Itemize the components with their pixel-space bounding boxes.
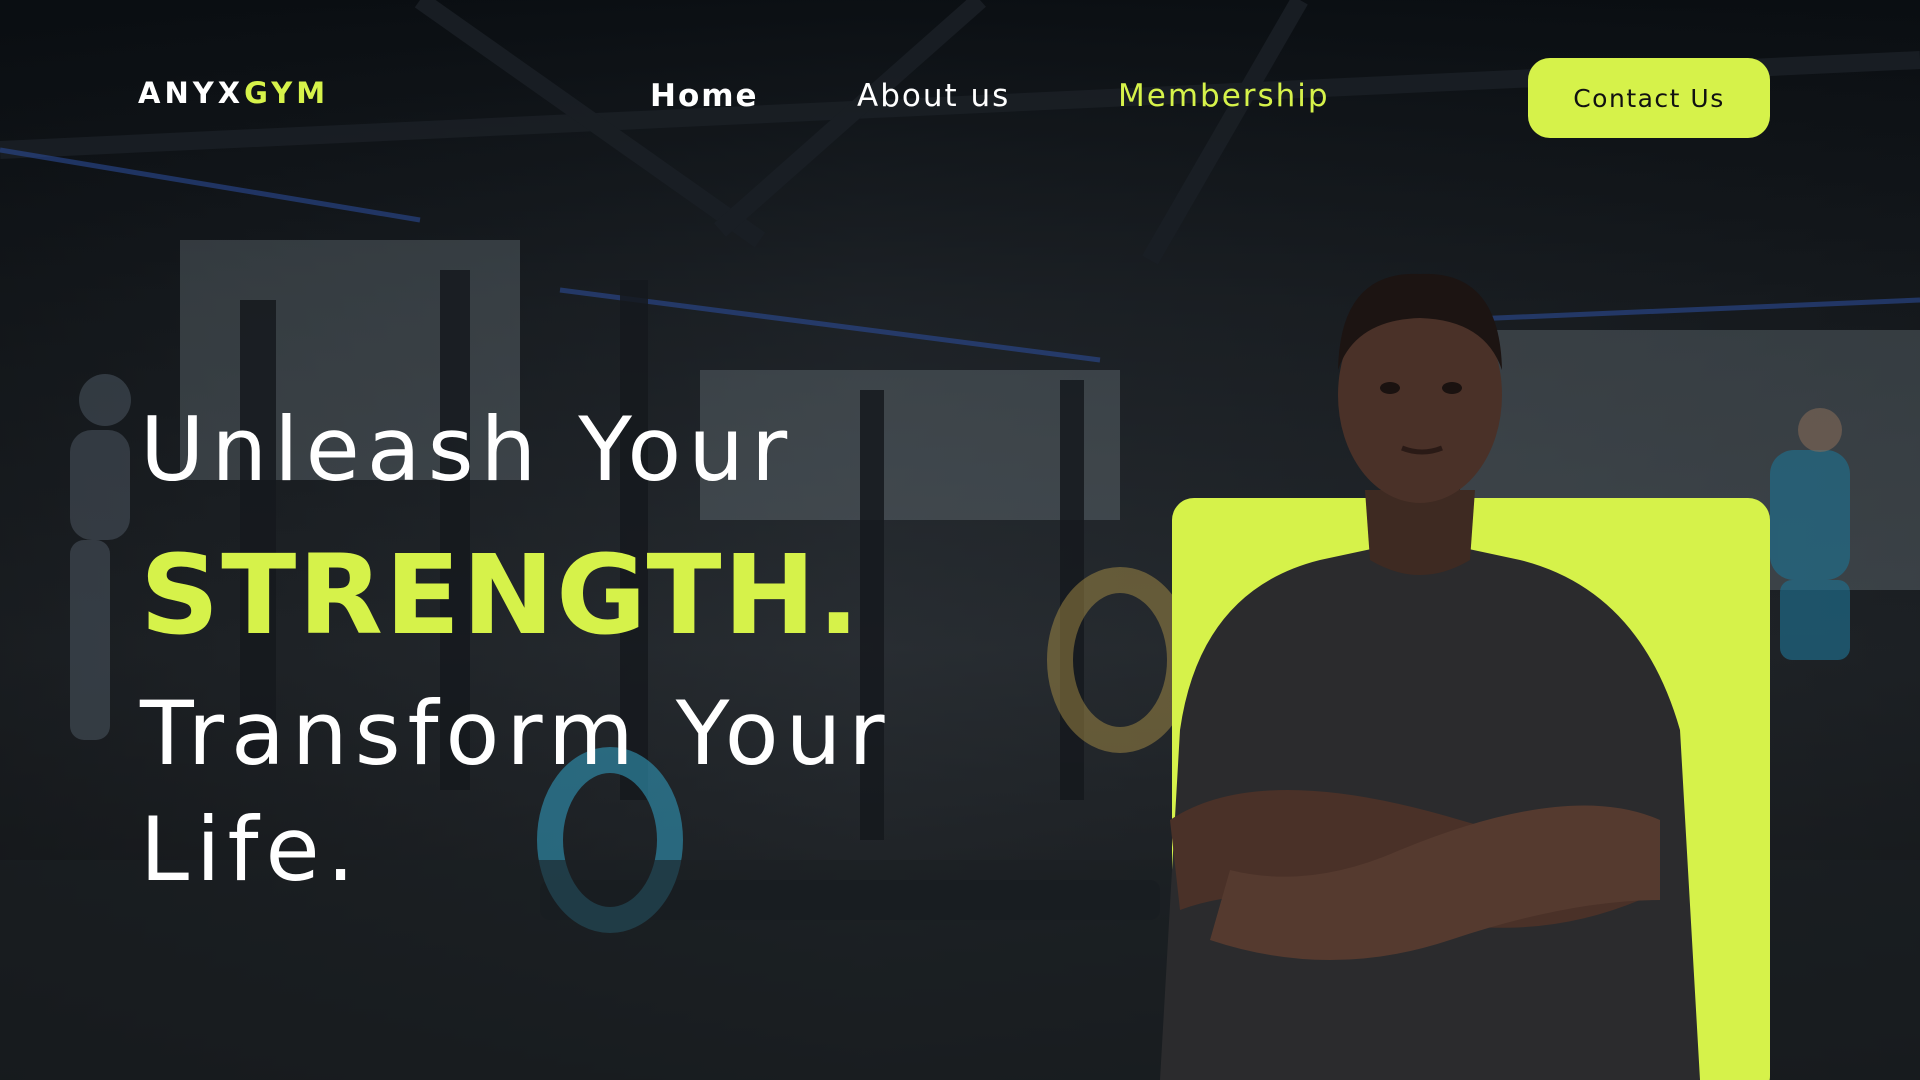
nav-home-link[interactable]: Home [650, 78, 759, 114]
hero-line-strength: STRENGTH. [140, 531, 862, 659]
hero-line-life: Life. [140, 798, 362, 901]
contact-us-button[interactable]: Contact Us [1528, 58, 1770, 138]
nav-about-link[interactable]: About us [857, 78, 1010, 114]
hero-line-transform: Transform Your [140, 682, 892, 785]
hero-line-unleash: Unleash Your [140, 398, 795, 501]
brand-logo[interactable]: ANYXGYM [138, 76, 329, 110]
nav-membership-link[interactable]: Membership [1118, 78, 1330, 114]
landing-page: ANYXGYM Home About us Membership Contact… [0, 0, 1920, 1080]
trainer-portrait-image [1160, 273, 1700, 1080]
logo-primary-text: ANYX [138, 76, 245, 110]
logo-accent-text: GYM [244, 76, 330, 110]
